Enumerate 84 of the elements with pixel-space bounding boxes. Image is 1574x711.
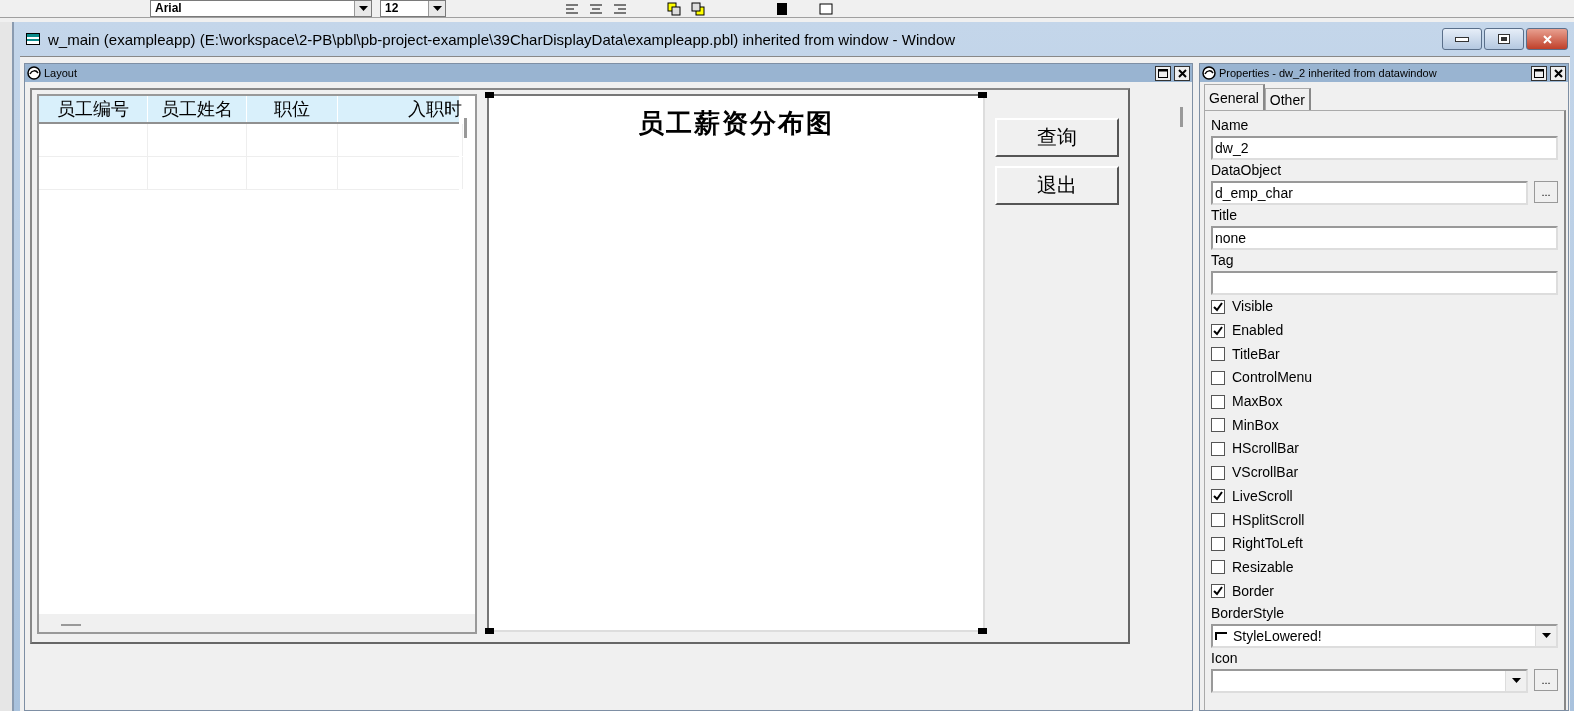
- tab[interactable]: General: [1204, 84, 1265, 110]
- close-button[interactable]: [1174, 65, 1190, 81]
- caret-icon: [1541, 633, 1551, 639]
- checkbox-label: TitleBar: [1232, 344, 1280, 364]
- column-header: 员工编号: [39, 96, 148, 122]
- window-icon[interactable]: [818, 1, 834, 17]
- field-label: Name: [1211, 116, 1250, 135]
- checkbox-label: Visible: [1232, 297, 1273, 317]
- close-icon: [1553, 68, 1563, 78]
- font-dropdown[interactable]: Arial: [150, 0, 372, 17]
- checkbox[interactable]: [1211, 441, 1225, 456]
- checkbox[interactable]: [1211, 370, 1225, 385]
- column-header: 员工姓名: [148, 96, 247, 122]
- column-header: 职位: [247, 96, 338, 122]
- input-field[interactable]: dw_2: [1211, 136, 1558, 160]
- checkbox[interactable]: [1211, 536, 1225, 551]
- close-icon: [1177, 68, 1187, 78]
- minimize-button[interactable]: [1442, 28, 1482, 50]
- align-right-icon[interactable]: [612, 1, 628, 17]
- dropdown-field[interactable]: [1211, 668, 1528, 693]
- send-back-icon[interactable]: [690, 1, 706, 17]
- scrollbar-thumb[interactable]: [1180, 107, 1183, 127]
- align-center-icon[interactable]: [588, 1, 604, 17]
- checkbox[interactable]: [1211, 394, 1225, 409]
- border-style-icon: [1215, 631, 1227, 640]
- close-button[interactable]: [1550, 65, 1566, 81]
- browse-button[interactable]: ...: [1534, 181, 1558, 203]
- minimize-icon: [1455, 36, 1469, 42]
- maximize-icon: [1158, 68, 1168, 78]
- checkbox[interactable]: [1211, 418, 1225, 433]
- window-icon: [26, 33, 40, 45]
- checkbox[interactable]: [1211, 513, 1225, 528]
- caret-icon: [1511, 678, 1521, 684]
- checkbox-label: MaxBox: [1232, 392, 1283, 412]
- bring-front-icon[interactable]: [666, 1, 682, 17]
- caret-icon: [358, 6, 368, 11]
- maximize-button[interactable]: [1155, 65, 1171, 81]
- input-field[interactable]: none: [1211, 226, 1558, 250]
- checkbox-label: RightToLeft: [1232, 534, 1303, 554]
- window-title: w_main (exampleapp) (E:\workspace\2-PB\pbl\pb-project-example\39CharDisplayData\exampleapp.pbl) inherited from window - Window: [48, 30, 957, 48]
- font-size-dropdown[interactable]: 12: [380, 0, 446, 17]
- checkbox[interactable]: [1211, 465, 1225, 480]
- dropdown-value: StyleLowered!: [1233, 627, 1322, 644]
- checkbox[interactable]: [1211, 584, 1225, 599]
- checkbox-label: ControlMenu: [1232, 368, 1313, 388]
- caret-icon: [432, 6, 442, 11]
- checkbox-label: MinBox: [1232, 415, 1279, 435]
- scrollbar-thumb[interactable]: [61, 624, 81, 626]
- checkbox-label: LiveScroll: [1232, 486, 1293, 506]
- column-header: 入职时: [338, 96, 463, 122]
- close-icon: [1542, 34, 1552, 44]
- checkbox-label: HScrollBar: [1232, 439, 1299, 459]
- panel-title: Layout: [44, 67, 79, 79]
- maximize-button[interactable]: [1531, 65, 1547, 81]
- restore-icon: [1498, 34, 1510, 44]
- tab[interactable]: Other: [1264, 88, 1311, 110]
- field-label: Icon: [1211, 648, 1239, 668]
- checkbox-label: HSplitScroll: [1232, 510, 1305, 530]
- field-label: Title: [1211, 206, 1238, 225]
- dropdown-field[interactable]: StyleLowered!: [1211, 623, 1558, 648]
- restore-button[interactable]: [1484, 28, 1524, 50]
- input-field[interactable]: [1211, 271, 1558, 295]
- chart-title: 员工薪资分布图: [638, 107, 834, 140]
- field-label: DataObject: [1211, 161, 1283, 180]
- command-button[interactable]: 查询: [995, 118, 1119, 157]
- browse-button[interactable]: ...: [1534, 668, 1558, 691]
- maximize-icon: [1534, 68, 1544, 78]
- checkbox[interactable]: [1211, 489, 1225, 504]
- panel-title: Properties - dw_2 inherited from datawindow: [1219, 67, 1438, 79]
- checkbox-label: Resizable: [1232, 557, 1294, 577]
- checkbox-label: Enabled: [1232, 321, 1284, 341]
- field-label: Tag: [1211, 251, 1235, 270]
- checkbox[interactable]: [1211, 323, 1225, 338]
- input-field[interactable]: d_emp_char: [1211, 181, 1528, 205]
- checkbox[interactable]: [1211, 299, 1225, 314]
- checkbox[interactable]: [1211, 560, 1225, 575]
- align-left-icon[interactable]: [564, 1, 580, 17]
- checkbox-label: Border: [1232, 581, 1275, 601]
- tab-order-icon[interactable]: [774, 1, 790, 17]
- field-label: BorderStyle: [1211, 603, 1286, 623]
- checkbox[interactable]: [1211, 347, 1225, 362]
- command-button[interactable]: 退出: [995, 166, 1119, 205]
- checkbox-label: VScrollBar: [1232, 463, 1299, 483]
- scrollbar-thumb[interactable]: [464, 118, 467, 138]
